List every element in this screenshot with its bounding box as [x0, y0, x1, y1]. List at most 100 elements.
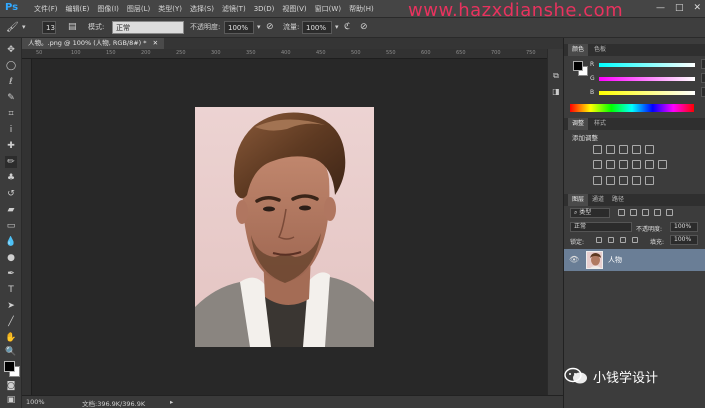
tab-adjustments[interactable]: 调整: [568, 118, 589, 130]
line-tool-icon[interactable]: ╱: [5, 316, 17, 328]
layer-row[interactable]: 👁 人物: [564, 249, 705, 271]
history-panel-icon[interactable]: ⧉: [551, 71, 561, 81]
gradient-tool-icon[interactable]: ▭: [5, 220, 17, 232]
airbrush-icon[interactable]: ℭ: [344, 21, 350, 34]
screen-mode-icon[interactable]: ▣: [5, 394, 17, 406]
brightness-icon[interactable]: [593, 145, 602, 154]
curves-icon[interactable]: [619, 145, 628, 154]
menu-image[interactable]: 图像(I): [93, 0, 123, 18]
slider-r-value[interactable]: 255: [701, 59, 705, 69]
selective-color-icon[interactable]: [645, 176, 654, 185]
brush-panel-icon[interactable]: ▤: [68, 21, 77, 34]
properties-panel-icon[interactable]: ◨: [551, 87, 561, 97]
vibrance-icon[interactable]: [645, 145, 654, 154]
quick-mask-icon[interactable]: ◙: [5, 380, 17, 392]
zoom-level[interactable]: 100%: [26, 398, 45, 406]
menu-edit[interactable]: 编辑(E): [62, 0, 94, 18]
slider-g-track[interactable]: [599, 77, 695, 81]
hand-tool-icon[interactable]: ✋: [5, 332, 17, 344]
brush-tool-icon[interactable]: ✏: [5, 156, 17, 168]
dodge-tool-icon[interactable]: ●: [5, 252, 17, 264]
pixel-filter-icon[interactable]: [618, 209, 625, 216]
menu-window[interactable]: 窗口(W): [311, 0, 345, 18]
posterize-icon[interactable]: [606, 176, 615, 185]
color-lookup-icon[interactable]: [658, 160, 667, 169]
menu-layer[interactable]: 图层(L): [123, 0, 154, 18]
lock-all-icon[interactable]: [632, 237, 638, 243]
menu-file[interactable]: 文件(F): [30, 0, 62, 18]
pen-tool-icon[interactable]: ✒: [5, 268, 17, 280]
zoom-tool-icon[interactable]: 🔍: [5, 346, 17, 358]
menu-help[interactable]: 帮助(H): [345, 0, 378, 18]
layer-thumbnail[interactable]: [586, 251, 603, 269]
brush-size-picker[interactable]: 13: [42, 21, 56, 34]
smart-filter-icon[interactable]: [666, 209, 673, 216]
history-brush-tool-icon[interactable]: ↺: [5, 188, 17, 200]
path-selection-tool-icon[interactable]: ➤: [5, 300, 17, 312]
flow-field[interactable]: 100%: [302, 21, 332, 34]
invert-icon[interactable]: [593, 176, 602, 185]
menu-filter[interactable]: 滤镜(T): [218, 0, 250, 18]
document-tab[interactable]: 人物。.png @ 100% (人物, RGB/8#) * ✕: [22, 38, 165, 49]
levels-icon[interactable]: [606, 145, 615, 154]
slider-r-track[interactable]: [599, 63, 695, 67]
brush-tool-icon[interactable]: 🖌: [6, 21, 19, 34]
blur-tool-icon[interactable]: 💧: [5, 236, 17, 248]
tab-swatches[interactable]: 色板: [590, 44, 610, 56]
menu-3d[interactable]: 3D(D): [250, 0, 279, 18]
document-tab-close-icon[interactable]: ✕: [153, 39, 158, 47]
foreground-color-swatch[interactable]: [4, 361, 15, 372]
slider-b-value[interactable]: 255: [701, 87, 705, 97]
threshold-icon[interactable]: [619, 176, 628, 185]
channel-mixer-icon[interactable]: [645, 160, 654, 169]
tab-channels[interactable]: 通道: [588, 194, 608, 206]
gradient-map-icon[interactable]: [632, 176, 641, 185]
clone-stamp-tool-icon[interactable]: ♣: [5, 172, 17, 184]
opacity-field[interactable]: 100%: [224, 21, 254, 34]
eraser-tool-icon[interactable]: ▰: [5, 204, 17, 216]
hue-saturation-icon[interactable]: [593, 160, 602, 169]
mode-select[interactable]: 正常: [112, 21, 184, 34]
menu-select[interactable]: 选择(S): [186, 0, 218, 18]
marquee-tool-icon[interactable]: ◯: [5, 60, 17, 72]
blend-mode-select[interactable]: 正常: [570, 222, 632, 232]
close-button[interactable]: ✕: [693, 3, 701, 13]
eye-icon[interactable]: 👁: [569, 255, 579, 264]
layer-opacity-field[interactable]: 100%: [670, 222, 698, 232]
slider-g-value[interactable]: 255: [701, 73, 705, 83]
move-tool-icon[interactable]: ✥: [5, 44, 17, 56]
tab-paths[interactable]: 路径: [608, 194, 628, 206]
pressure-size-icon[interactable]: ⊘: [360, 21, 368, 34]
black-white-icon[interactable]: [619, 160, 628, 169]
type-tool-icon[interactable]: T: [5, 284, 17, 296]
exposure-icon[interactable]: [632, 145, 641, 154]
color-spectrum-bar[interactable]: [570, 104, 694, 112]
lock-transparent-icon[interactable]: [596, 237, 602, 243]
minimize-button[interactable]: —: [656, 3, 665, 13]
lock-position-icon[interactable]: [620, 237, 626, 243]
type-filter-icon[interactable]: [642, 209, 649, 216]
tab-layers[interactable]: 图层: [568, 194, 589, 206]
fill-field[interactable]: 100%: [670, 235, 698, 245]
opacity-dropdown-icon[interactable]: ▾: [257, 21, 261, 34]
flow-dropdown-icon[interactable]: ▾: [335, 21, 339, 34]
lock-image-icon[interactable]: [608, 237, 614, 243]
color-panel-foreground-swatch[interactable]: [573, 61, 583, 71]
slider-b-track[interactable]: [599, 91, 695, 95]
portrait-image[interactable]: [195, 107, 374, 347]
status-menu-icon[interactable]: ▸: [170, 398, 173, 406]
adjust-filter-icon[interactable]: [630, 209, 637, 216]
menu-view[interactable]: 视图(V): [278, 0, 310, 18]
photo-filter-icon[interactable]: [632, 160, 641, 169]
crop-tool-icon[interactable]: ⌗: [5, 108, 17, 120]
pressure-opacity-icon[interactable]: ⊘: [266, 21, 274, 34]
maximize-button[interactable]: □: [675, 3, 684, 13]
color-balance-icon[interactable]: [606, 160, 615, 169]
shape-filter-icon[interactable]: [654, 209, 661, 216]
menu-type[interactable]: 类型(Y): [154, 0, 186, 18]
eyedropper-tool-icon[interactable]: ⅰ: [5, 124, 17, 136]
healing-brush-tool-icon[interactable]: ✚: [5, 140, 17, 152]
lasso-tool-icon[interactable]: ℓ: [5, 76, 17, 88]
tab-color[interactable]: 颜色: [568, 44, 589, 56]
quick-select-tool-icon[interactable]: ✎: [5, 92, 17, 104]
